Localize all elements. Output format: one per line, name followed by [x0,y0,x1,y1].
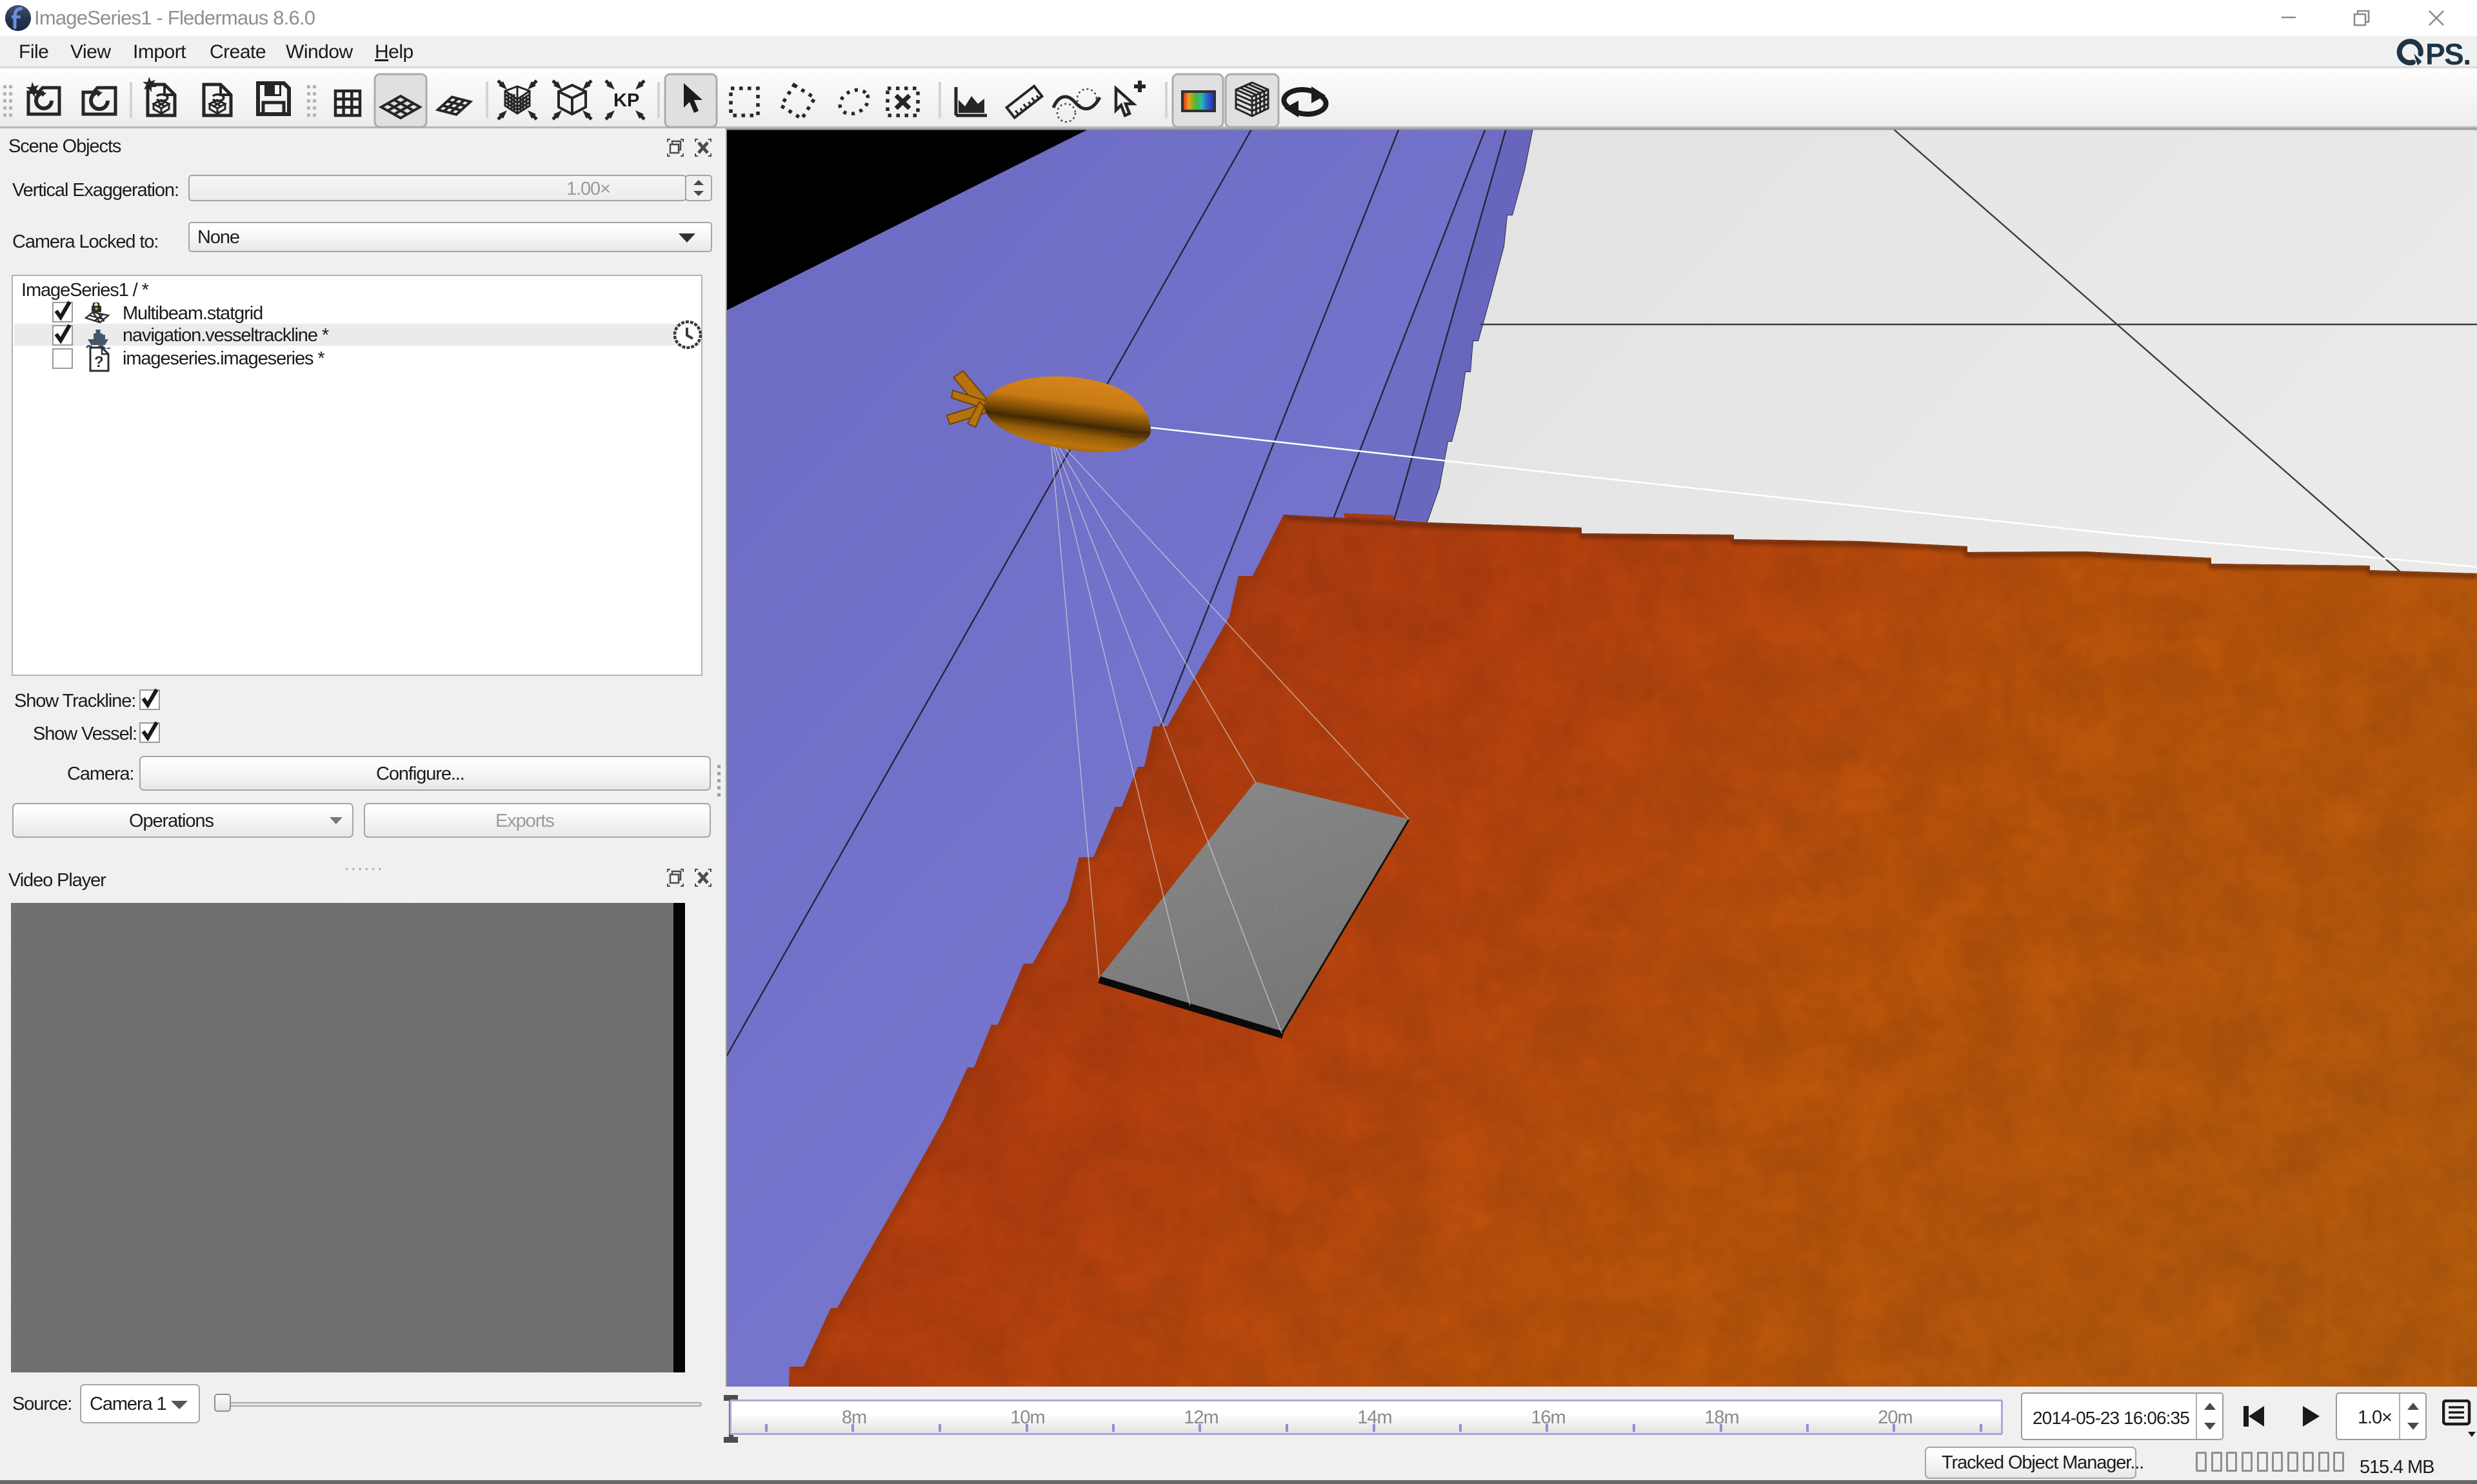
svg-text:KP: KP [613,90,639,111]
svg-text:PS.: PS. [2425,38,2471,68]
svg-text:?: ? [94,353,104,371]
